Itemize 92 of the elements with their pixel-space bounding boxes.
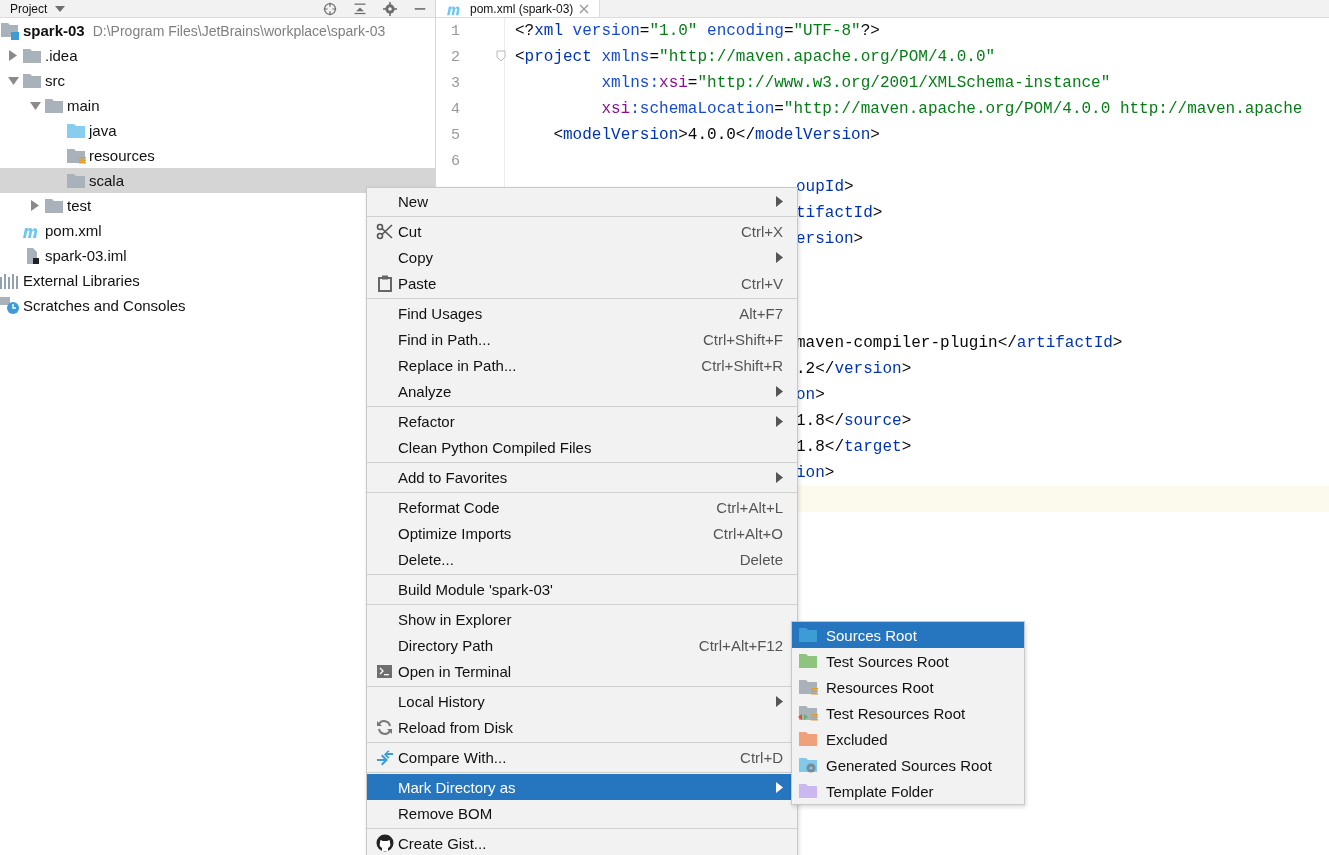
tree-item-label: main bbox=[67, 97, 100, 114]
tree-item-label: spark-03.iml bbox=[45, 247, 127, 264]
code-line: 1.8</source> bbox=[796, 412, 912, 430]
tree-item[interactable]: .idea bbox=[0, 43, 435, 68]
tree-item[interactable]: scala bbox=[0, 168, 435, 193]
tree-item[interactable]: java bbox=[0, 118, 435, 143]
tree-item-label: scala bbox=[89, 172, 125, 189]
shortcut-label: Ctrl+Alt+L bbox=[716, 498, 783, 516]
shortcut-label: Ctrl+V bbox=[740, 274, 783, 292]
menu-item[interactable]: Add to Favorites bbox=[367, 464, 797, 490]
menu-item[interactable]: Delete... Delete bbox=[367, 546, 797, 572]
tree-item[interactable]: spark-03 D:\Program Files\JetBrains\workplace\spark-03 bbox=[0, 18, 435, 43]
tree-item[interactable]: resources bbox=[0, 143, 435, 168]
collapse-all-icon[interactable] bbox=[353, 1, 367, 16]
line-number: 5 bbox=[450, 126, 460, 144]
panel-title[interactable]: Project bbox=[10, 1, 48, 16]
folder-icon bbox=[66, 172, 86, 189]
caret-right-icon[interactable] bbox=[9, 50, 17, 61]
shortcut-label: Ctrl+Alt+F12 bbox=[698, 636, 783, 654]
line-number: 2 bbox=[450, 48, 460, 66]
line-number: 1 bbox=[450, 22, 460, 40]
line-number: 4 bbox=[450, 100, 460, 118]
code-line: ersion> bbox=[796, 230, 864, 248]
tree-item-label: test bbox=[67, 197, 92, 214]
caret-right-icon[interactable] bbox=[31, 200, 39, 211]
menu-item[interactable]: Replace in Path... Ctrl+Shift+R bbox=[367, 352, 797, 378]
tree-item-label: spark-03 bbox=[23, 22, 85, 39]
folder-icon bbox=[22, 72, 42, 89]
code-line: .2</version> bbox=[796, 360, 912, 378]
shortcut-label: Delete bbox=[739, 550, 783, 568]
tree-item-label: java bbox=[89, 122, 117, 139]
tree-item-label: resources bbox=[89, 147, 155, 164]
code-line: xsi:schemaLocation="http://maven.apache.org/POM/4.0.0 http://maven.apache bbox=[600, 100, 1303, 118]
tree-item[interactable]: src bbox=[0, 68, 435, 93]
menu-item[interactable]: Analyze bbox=[367, 378, 797, 404]
menu-item[interactable]: Find in Path... Ctrl+Shift+F bbox=[367, 326, 797, 352]
settings-icon[interactable] bbox=[383, 1, 397, 16]
close-icon[interactable] bbox=[579, 3, 590, 14]
shortcut-label: Ctrl+D bbox=[740, 748, 783, 766]
menu-item[interactable]: Create Gist... bbox=[367, 830, 797, 855]
tree-item-label: Scratches and Consoles bbox=[23, 297, 186, 314]
menu-item[interactable]: Find Usages Alt+F7 bbox=[367, 300, 797, 326]
menu-item[interactable]: Paste Ctrl+V bbox=[367, 270, 797, 296]
project-path: D:\Program Files\JetBrains\workplace\spark-03 bbox=[92, 22, 386, 39]
menu-item[interactable]: Optimize Imports Ctrl+Alt+O bbox=[367, 520, 797, 546]
fold-marker-icon[interactable] bbox=[496, 50, 506, 62]
line-number: 6 bbox=[450, 152, 460, 170]
menu-item[interactable]: Refactor bbox=[367, 408, 797, 434]
tree-item-label: External Libraries bbox=[23, 272, 140, 289]
shortcut-label: Ctrl+Alt+O bbox=[712, 524, 783, 542]
folder-icon bbox=[22, 47, 42, 64]
menu-item[interactable]: Sources Root bbox=[792, 622, 1024, 648]
menu-item[interactable]: Copy bbox=[367, 244, 797, 270]
code-line: tifactId> bbox=[796, 204, 883, 222]
cat-logo-icon bbox=[375, 834, 394, 852]
code-line: xmlns:xsi="http://www.w3.org/2001/XMLSchema-instance" bbox=[600, 74, 1111, 92]
clipboard-icon bbox=[377, 274, 392, 292]
locate-icon[interactable] bbox=[323, 1, 337, 16]
compare-arrows-icon bbox=[375, 748, 394, 766]
caret-down-icon[interactable] bbox=[29, 101, 41, 110]
tree-item-label: pom.xml bbox=[45, 222, 102, 239]
menu-item[interactable]: Cut Ctrl+X bbox=[367, 218, 797, 244]
shortcut-label: Ctrl+X bbox=[740, 222, 783, 240]
line-number: 3 bbox=[450, 74, 460, 92]
scissors-icon bbox=[376, 222, 393, 240]
shortcut-label: Ctrl+Shift+F bbox=[702, 330, 783, 348]
caret-down-icon[interactable] bbox=[7, 76, 19, 85]
folder-icon bbox=[66, 122, 86, 139]
reload-icon bbox=[376, 718, 393, 736]
code-line: ion> bbox=[796, 464, 835, 482]
terminal-icon bbox=[377, 664, 392, 678]
shortcut-label: Alt+F7 bbox=[739, 304, 783, 322]
tree-item-label: .idea bbox=[45, 47, 78, 64]
code-line: <modelVersion>4.0.0</modelVersion> bbox=[552, 126, 880, 144]
folder-icon bbox=[66, 147, 86, 164]
code-line: 1.8</target> bbox=[796, 438, 912, 456]
library-bars-icon bbox=[0, 272, 20, 289]
code-line: <?xml version="1.0" encoding="UTF-8"?> bbox=[515, 22, 880, 40]
code-line: <project xmlns="http://maven.apache.org/POM/4.0.0" bbox=[515, 48, 996, 66]
folder-icon bbox=[44, 97, 64, 114]
code-line: maven-compiler-plugin</artifactId> bbox=[796, 334, 1123, 352]
menu-item[interactable]: Reformat Code Ctrl+Alt+L bbox=[367, 494, 797, 520]
shortcut-label: Ctrl+Shift+R bbox=[701, 356, 783, 374]
module-folder-icon bbox=[0, 21, 20, 40]
editor-tab[interactable]: pom.xml (spark-03) bbox=[436, 0, 601, 17]
menu-item[interactable]: Clean Python Compiled Files bbox=[367, 434, 797, 460]
code-line: oupId> bbox=[796, 178, 854, 196]
tree-item[interactable]: main bbox=[0, 93, 435, 118]
tree-item-label: src bbox=[45, 72, 65, 89]
folder-icon bbox=[44, 197, 64, 214]
menu-item[interactable]: Build Module 'spark-03' bbox=[367, 576, 797, 602]
caret-icon[interactable] bbox=[55, 5, 66, 12]
